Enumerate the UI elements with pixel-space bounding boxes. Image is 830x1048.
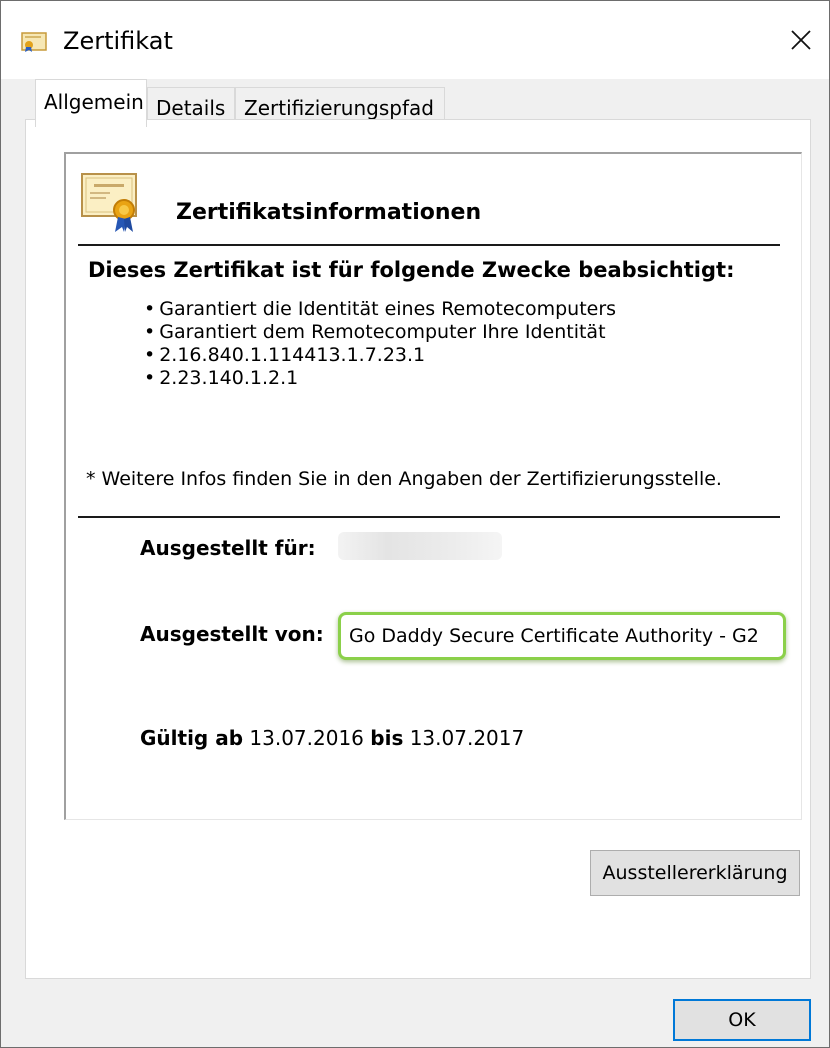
separator [78,244,780,246]
info-heading: Zertifikatsinformationen [176,200,482,225]
validity-line: Gültig ab 13.07.2016 bis 13.07.2017 [140,726,524,750]
certificate-large-icon [81,173,137,232]
ok-button[interactable]: OK [673,999,811,1041]
tab-panel-general: Zertifikatsinformationen Dieses Zertifik… [25,119,811,979]
purpose-list: Garantiert die Identität eines Remotecom… [144,298,616,390]
purpose-item: Garantiert die Identität eines Remotecom… [144,298,616,321]
purpose-heading: Dieses Zertifikat ist für folgende Zweck… [88,258,735,282]
valid-from-label: Gültig ab [140,726,244,750]
purpose-item: 2.16.840.1.114413.1.7.23.1 [144,344,616,367]
valid-to-label: bis [370,726,404,750]
issued-by-label: Ausgestellt von: [140,622,324,646]
purpose-item: 2.23.140.1.2.1 [144,367,616,390]
close-button[interactable] [773,15,829,65]
separator [78,516,780,518]
tab-allgemein[interactable]: Allgemein [35,79,147,127]
certificate-icon [21,32,47,52]
close-icon [791,30,811,50]
issued-to-value-redacted [338,532,502,560]
window-title: Zertifikat [63,27,173,55]
valid-to-value: 13.07.2017 [409,726,525,750]
title-bar[interactable]: Zertifikat [1,1,829,79]
certificate-info-box: Zertifikatsinformationen Dieses Zertifik… [64,152,802,820]
issued-to-label: Ausgestellt für: [140,536,316,560]
info-note: * Weitere Infos finden Sie in den Angabe… [86,468,722,490]
issuer-statement-button[interactable]: Ausstellererklärung [590,850,800,896]
certificate-dialog: Zertifikat Allgemein Details Zertifizier… [0,0,830,1048]
valid-from-value: 13.07.2016 [249,726,364,750]
purpose-item: Garantiert dem Remotecomputer Ihre Ident… [144,321,616,344]
issued-by-value: Go Daddy Secure Certificate Authority - … [338,612,786,660]
